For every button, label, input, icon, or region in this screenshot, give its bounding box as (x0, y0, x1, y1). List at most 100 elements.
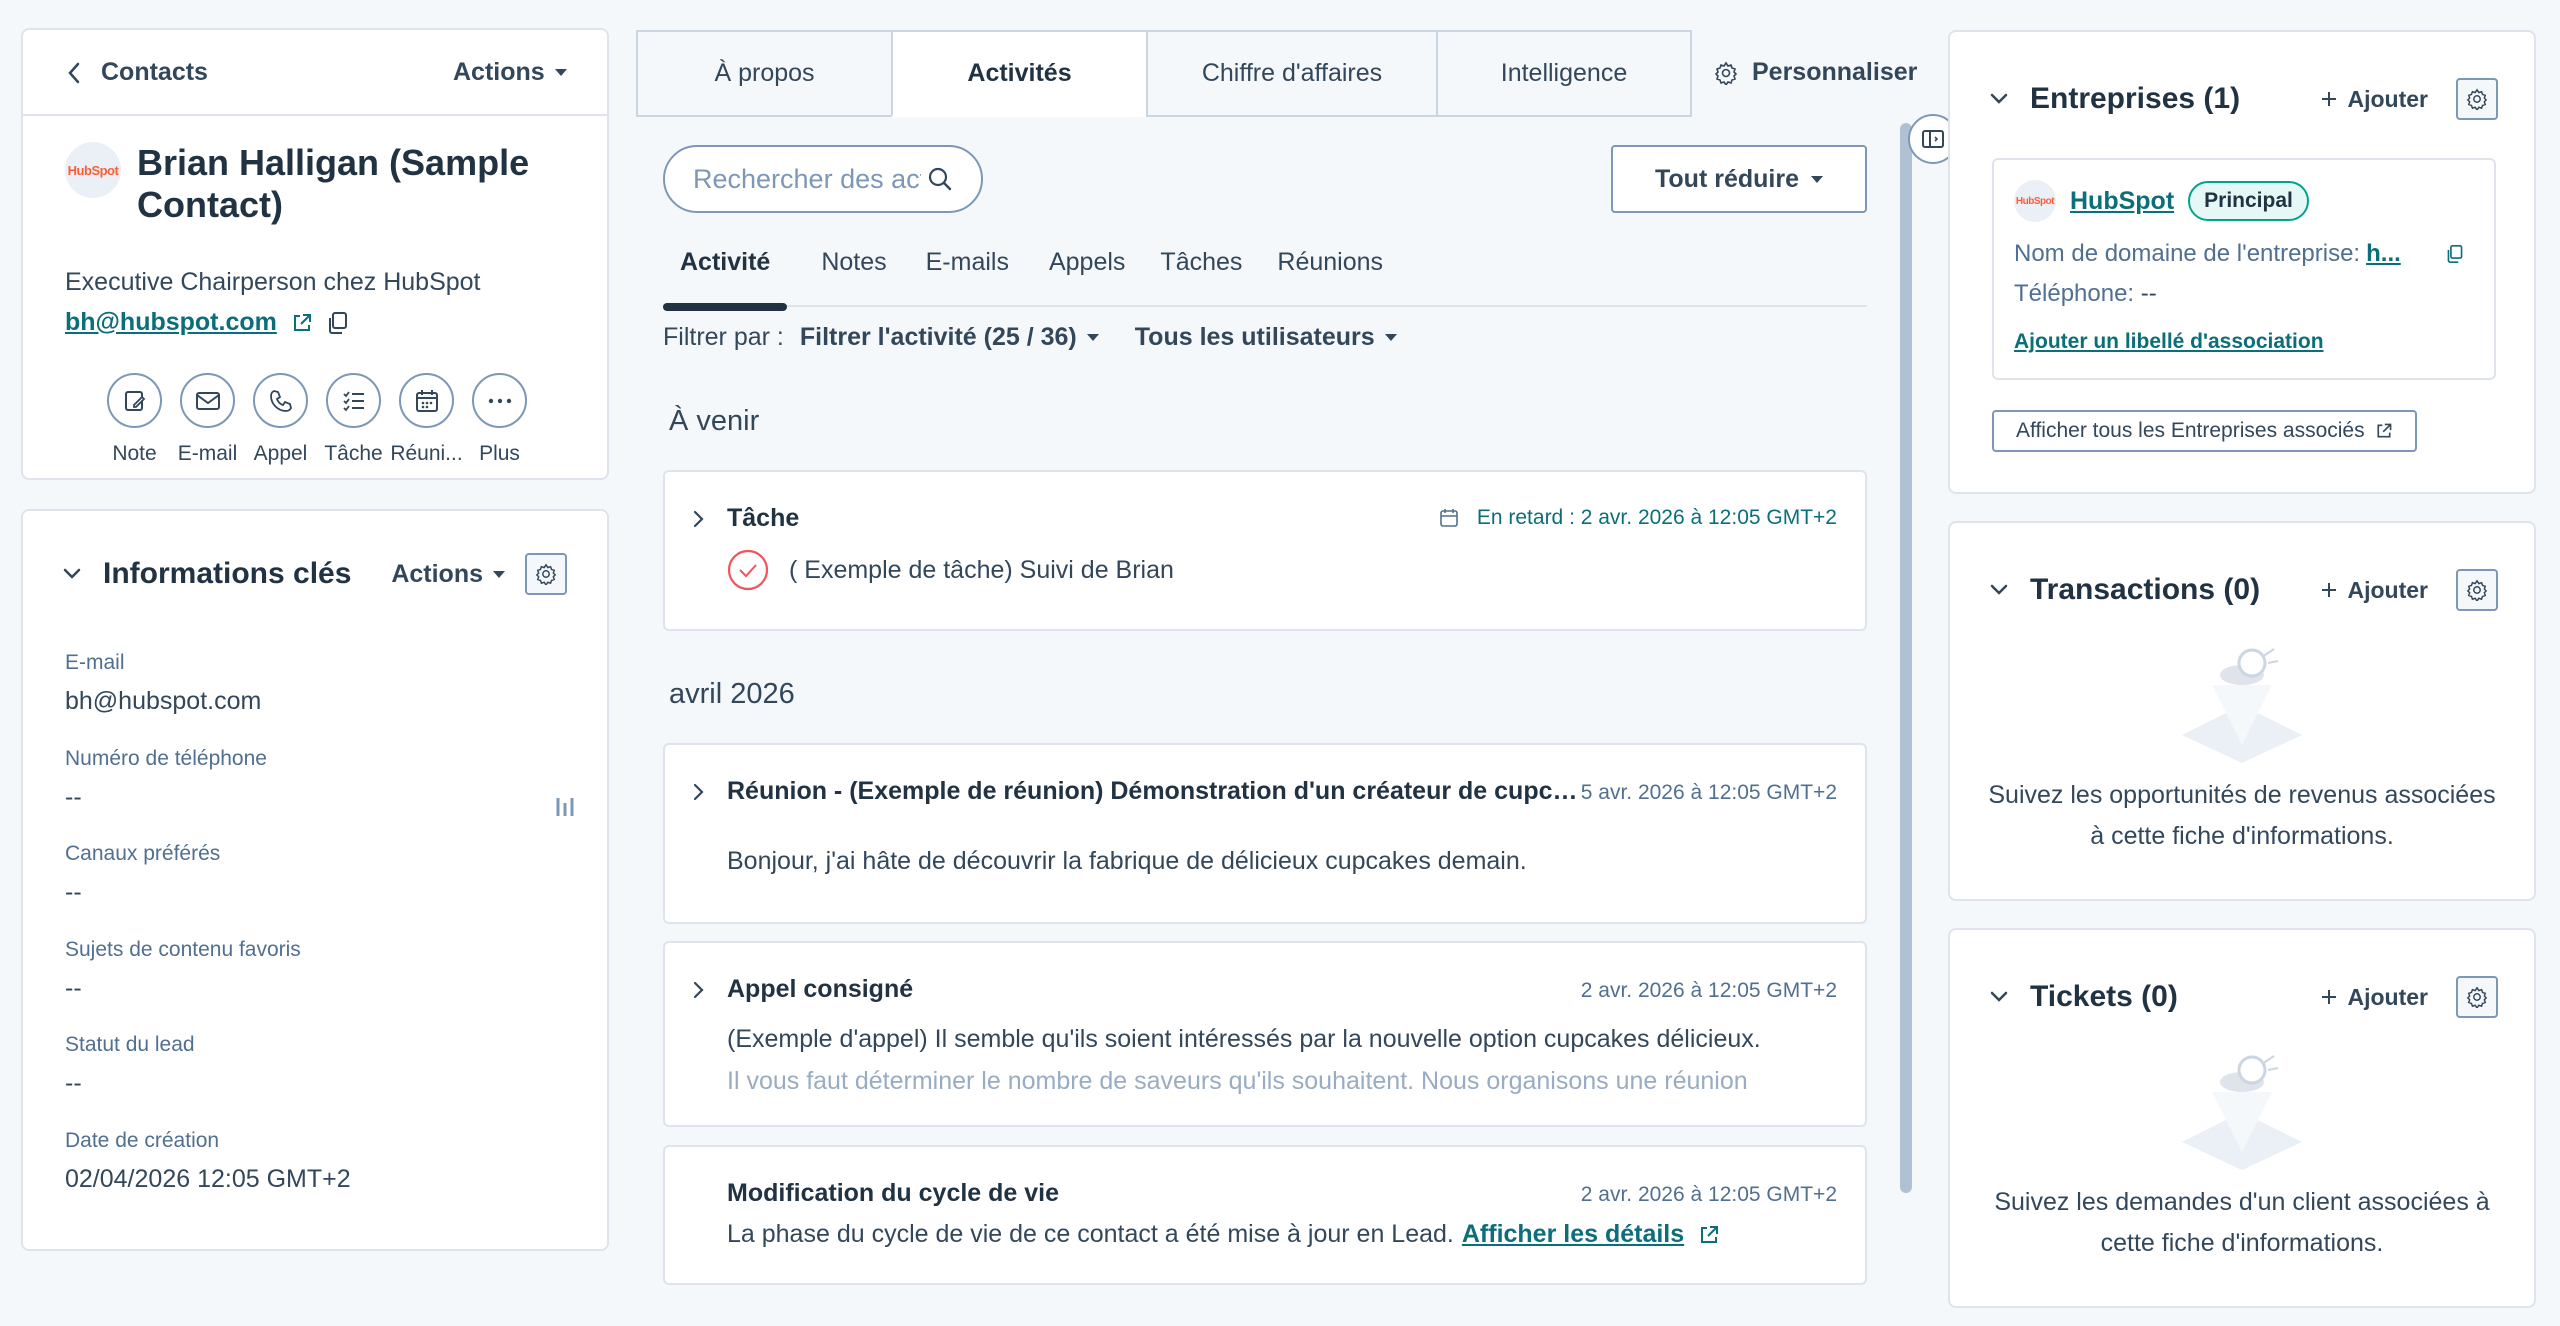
tab-intelligence[interactable]: Intelligence (1436, 30, 1692, 117)
deals-title: Transactions (0) (2030, 573, 2261, 606)
personalize-button[interactable]: Personnaliser (1714, 58, 1917, 87)
chevron-right-icon[interactable] (693, 981, 705, 999)
activity-scrollbar-thumb[interactable] (1900, 123, 1912, 1193)
tickets-settings-button[interactable] (2456, 976, 2498, 1018)
add-label: Ajouter (2347, 983, 2429, 1010)
copy-icon[interactable] (2446, 244, 2464, 264)
view-all-companies-button[interactable]: Afficher tous les Entreprises associés (1992, 410, 2417, 452)
field-value[interactable]: -- (65, 1069, 195, 1098)
activity-filter-label: Filtrer l'activité (25 / 36) (799, 323, 1077, 351)
field-label: Canaux préférés (65, 842, 221, 865)
key-info-settings-button[interactable] (525, 553, 567, 595)
tab-about[interactable]: À propos (636, 30, 893, 117)
companies-header: Entreprises (1) Ajouter (1990, 76, 2498, 122)
users-filter-label: Tous les utilisateurs (1134, 323, 1375, 351)
contact-email-link[interactable]: bh@hubspot.com (65, 308, 277, 337)
plus-icon (2320, 581, 2338, 599)
subtab-notes[interactable]: Notes (821, 245, 886, 307)
tab-revenue[interactable]: Chiffre d'affaires (1146, 30, 1438, 117)
field-label: Numéro de téléphone (65, 747, 267, 770)
chevron-down-icon[interactable] (1990, 93, 2008, 105)
add-association-label-link[interactable]: Ajouter un libellé d'association (2014, 330, 2324, 354)
more-action-button[interactable]: Plus (472, 373, 527, 466)
tab-activities[interactable]: Activités (891, 30, 1148, 117)
collapse-all-label: Tout réduire (1655, 164, 1799, 193)
primary-badge: Principal (2188, 181, 2309, 221)
company-name-link[interactable]: HubSpot (2070, 187, 2174, 216)
tickets-header: Tickets (0) Ajouter (1990, 974, 2498, 1020)
actions-label: Actions (453, 58, 545, 86)
email-action-button[interactable]: E-mail (177, 373, 238, 466)
deals-card: Transactions (0) Ajouter Suivez les oppo… (1948, 521, 2536, 901)
field-create-date: Date de création 02/04/2026 12:05 GMT+2 (65, 1129, 351, 1194)
call-activity-card[interactable]: Appel consigné 2 avr. 2026 à 12:05 GMT+2… (663, 941, 1867, 1127)
view-details-link[interactable]: Afficher les détails (1462, 1220, 1684, 1249)
call-action-button[interactable]: Appel (253, 373, 308, 466)
users-filter-dropdown[interactable]: Tous les utilisateurs (1135, 323, 1397, 352)
chevron-down-icon[interactable] (1990, 991, 2008, 1003)
copy-icon[interactable] (327, 311, 349, 335)
field-favorite-topics: Sujets de contenu favoris -- (65, 938, 301, 1003)
meeting-activity-card[interactable]: Réunion - (Exemple de réunion) Démonstra… (663, 743, 1867, 924)
activity-filter-dropdown[interactable]: Filtrer l'activité (25 / 36) (800, 323, 1099, 352)
subtab-meetings[interactable]: Réunions (1277, 245, 1383, 307)
field-value[interactable]: -- (65, 783, 575, 812)
company-phone-row: Téléphone: -- (2014, 280, 2157, 308)
note-action-button[interactable]: Note (107, 373, 162, 466)
phone-settings-icon[interactable] (555, 795, 575, 819)
chevron-right-icon[interactable] (693, 510, 705, 528)
search-icon[interactable] (927, 166, 953, 192)
collapse-all-button[interactable]: Tout réduire (1611, 145, 1867, 213)
contact-actions-dropdown[interactable]: Actions (453, 58, 567, 87)
activity-body-line-faded: Il vous faut déterminer le nombre de sav… (727, 1067, 1748, 1095)
contact-card-header: Contacts Actions (23, 30, 607, 116)
chevron-right-icon[interactable] (693, 783, 705, 801)
email-action-label: E-mail (177, 442, 238, 465)
subtab-activity[interactable]: Activité (662, 245, 788, 311)
field-label: Statut du lead (65, 1033, 195, 1056)
subtab-emails[interactable]: E-mails (926, 245, 1009, 307)
field-value[interactable]: 02/04/2026 12:05 GMT+2 (65, 1165, 351, 1194)
deals-settings-button[interactable] (2456, 569, 2498, 611)
chevron-down-icon[interactable] (63, 568, 81, 580)
external-link-icon[interactable] (1698, 1224, 1720, 1246)
deals-header: Transactions (0) Ajouter (1990, 567, 2498, 613)
company-domain-label: Nom de domaine de l'entreprise: (2014, 240, 2361, 267)
company-domain-link[interactable]: h... (2366, 240, 2401, 268)
subtab-calls[interactable]: Appels (1049, 245, 1125, 307)
activity-timestamp: En retard : 2 avr. 2026 à 12:05 GMT+2 (1476, 506, 1837, 529)
deals-empty-text: Suivez les opportunités de revenus assoc… (1988, 781, 2496, 850)
add-deal-button[interactable]: Ajouter (2320, 577, 2428, 604)
activity-search-input[interactable] (693, 163, 921, 195)
field-value[interactable]: -- (65, 974, 301, 1003)
activity-title: Appel consigné (727, 975, 914, 1003)
quick-actions: Note E-mail Appel Tâche Réuni... Plus (107, 373, 527, 466)
add-ticket-button[interactable]: Ajouter (2320, 983, 2429, 1011)
field-label: E-mail (65, 651, 125, 674)
task-action-button[interactable]: Tâche (324, 373, 383, 466)
task-activity-card[interactable]: Tâche En retard : 2 avr. 2026 à 12:05 GM… (663, 470, 1867, 631)
chevron-down-icon[interactable] (1990, 584, 2008, 596)
back-to-contacts-link[interactable]: Contacts (67, 58, 208, 87)
external-link-icon (2375, 422, 2393, 440)
caret-down-icon (554, 69, 567, 76)
activity-title: Modification du cycle de vie (727, 1179, 1060, 1207)
key-info-actions-dropdown[interactable]: Actions (391, 560, 505, 589)
subtab-tasks[interactable]: Tâches (1160, 245, 1242, 307)
company-association-card: HubSpot HubSpot Principal Nom de domaine… (1992, 158, 2496, 380)
upcoming-group-label: À venir (669, 405, 760, 437)
field-value[interactable]: bh@hubspot.com (65, 687, 261, 716)
external-link-icon[interactable] (291, 312, 313, 334)
task-complete-checkbox-icon[interactable] (727, 549, 769, 591)
lifecycle-activity-card[interactable]: Modification du cycle de vie 2 avr. 2026… (663, 1145, 1867, 1285)
record-tabs: À propos Activités Chiffre d'affaires In… (636, 30, 1692, 117)
avatar: HubSpot (65, 142, 121, 198)
company-logo-text: HubSpot (2015, 195, 2055, 207)
gear-icon (2466, 88, 2488, 110)
companies-settings-button[interactable] (2456, 78, 2498, 120)
meeting-action-button[interactable]: Réuni... (390, 373, 463, 466)
add-company-button[interactable]: Ajouter (2320, 86, 2428, 113)
activity-body-row: La phase du cycle de vie de ce contact a… (727, 1220, 1720, 1249)
task-action-label: Tâche (324, 442, 383, 465)
field-value[interactable]: -- (65, 878, 220, 907)
